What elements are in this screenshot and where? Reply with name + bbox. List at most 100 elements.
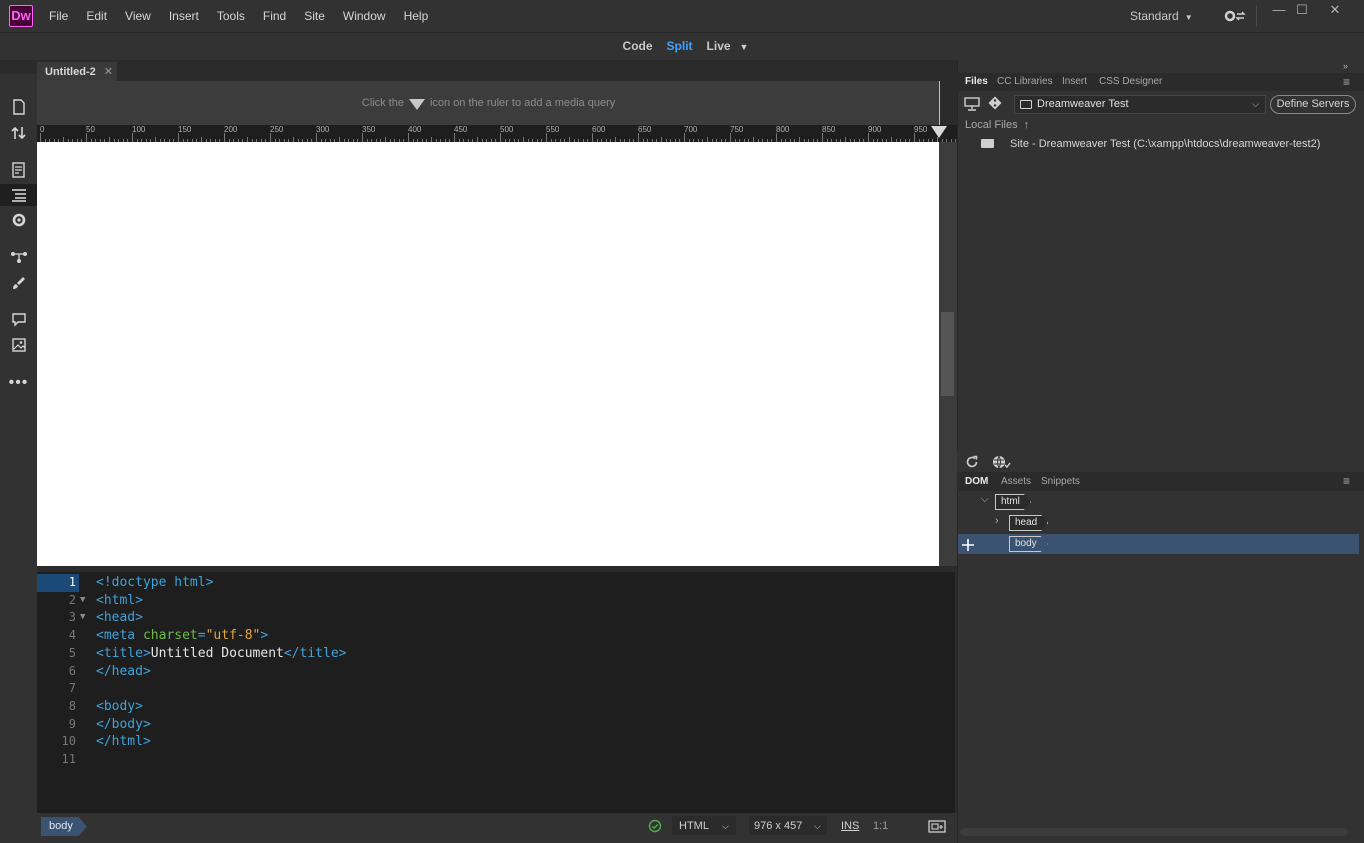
local-files-header[interactable]: Local Files ↑ <box>965 119 1029 131</box>
dom-icon[interactable] <box>0 246 37 268</box>
document-tab[interactable]: Untitled-2 ✕ <box>37 62 117 81</box>
tab-files[interactable]: Files <box>965 73 988 91</box>
tab-insert[interactable]: Insert <box>1062 73 1087 91</box>
line-number: 7 <box>68 681 76 696</box>
brush-icon[interactable] <box>0 272 37 294</box>
tab-cc-libraries[interactable]: CC Libraries <box>997 73 1053 91</box>
tab-css-designer[interactable]: CSS Designer <box>1099 73 1162 91</box>
add-element-icon[interactable] <box>962 538 976 555</box>
tab-snippets[interactable]: Snippets <box>1041 473 1080 491</box>
ruler-tick-label: 950 <box>914 125 928 134</box>
site-root-label: Site - Dreamweaver Test (C:\xampp\htdocs… <box>1010 138 1321 150</box>
manage-site-icon[interactable] <box>991 454 1011 473</box>
menu-help[interactable]: Help <box>395 0 438 32</box>
code-line[interactable]: 10 </html> <box>37 733 955 751</box>
code-line[interactable]: 6 </head> <box>37 663 955 681</box>
ruler-tick-mark <box>822 133 823 142</box>
comment-icon[interactable] <box>0 309 37 331</box>
code-line[interactable]: 11 <box>37 751 955 769</box>
menu-view[interactable]: View <box>116 0 160 32</box>
close-button[interactable]: ✕ <box>1318 0 1352 24</box>
expand-head-chevron-icon[interactable]: › <box>995 515 999 527</box>
chevron-down-icon[interactable]: ▼ <box>740 42 749 52</box>
ruler-tick-label: 450 <box>454 125 468 134</box>
panel-menu-icon[interactable]: ≡ <box>1343 75 1350 89</box>
menu-file[interactable]: File <box>40 0 77 32</box>
media-query-hint: Click the icon on the ruler to add a med… <box>37 81 940 125</box>
ruler-tick-label: 200 <box>224 125 238 134</box>
code-line[interactable]: 8 <body> <box>37 698 955 716</box>
menu-tools[interactable]: Tools <box>208 0 254 32</box>
ruler-tick-mark <box>86 133 87 142</box>
live-preview-icon[interactable] <box>928 818 946 837</box>
local-files-label: Local Files <box>965 119 1018 131</box>
code-text: <title>Untitled Document</title> <box>96 645 346 663</box>
site-root-item[interactable]: Site - Dreamweaver Test (C:\xampp\htdocs… <box>981 138 1320 150</box>
ruler-ticks: 0 50 100 150 200 250 300 350 400 450 500 550 600 650 7… <box>37 125 957 142</box>
code-line[interactable]: 9 </body> <box>37 716 955 734</box>
code-line[interactable]: 5 <title>Untitled Document</title> <box>37 645 955 663</box>
close-tab-icon[interactable]: ✕ <box>104 65 113 78</box>
ruler-tick-label: 900 <box>868 125 882 134</box>
line-number: 4 <box>68 628 76 643</box>
outline-icon[interactable] <box>0 184 37 206</box>
define-servers-button[interactable]: Define Servers <box>1270 95 1356 114</box>
no-errors-check-icon[interactable] <box>648 819 662 836</box>
live-view-button[interactable]: Live <box>700 33 738 60</box>
refresh-icon[interactable] <box>965 455 979 472</box>
files-panel-footer <box>957 451 1364 473</box>
code-line[interactable]: 4 <meta charset="utf-8"> <box>37 627 955 645</box>
design-canvas[interactable] <box>37 142 939 566</box>
collapse-panels-icon[interactable]: » <box>1343 61 1348 71</box>
code-text: </head> <box>96 663 151 681</box>
panel-menu-icon[interactable]: ≡ <box>1343 474 1350 488</box>
dom-node-body[interactable]: body <box>1009 536 1048 552</box>
workspace-switcher[interactable]: Standard ▼ <box>1130 0 1193 34</box>
code-line[interactable]: 1 <!doctype html> <box>37 574 955 592</box>
new-document-icon[interactable] <box>0 96 37 118</box>
fold-toggle-icon[interactable]: ▼ <box>80 609 85 627</box>
tag-selector-body[interactable]: body <box>41 817 87 836</box>
tab-assets[interactable]: Assets <box>1001 473 1031 491</box>
menu-site[interactable]: Site <box>295 0 334 32</box>
dom-node-head[interactable]: head <box>1009 515 1048 531</box>
page-properties-icon[interactable] <box>0 159 37 181</box>
dreamweaver-logo: Dw <box>9 5 33 27</box>
code-token: </html> <box>96 734 151 750</box>
window-size-value: 976 x 457 <box>754 820 803 832</box>
code-view-button[interactable]: Code <box>616 33 660 60</box>
ruler-tick-label: 50 <box>86 125 95 134</box>
panel-horizontal-scrollbar[interactable] <box>960 828 1348 836</box>
code-editor[interactable]: 1 <!doctype html> 2 ▼ <html> 3 ▼ <head> 4 <meta c… <box>37 572 955 813</box>
image-icon[interactable] <box>0 334 37 356</box>
expand-html-chevron-icon[interactable]: ⌵ <box>981 494 989 505</box>
git-icon[interactable] <box>988 96 1002 113</box>
chevron-down-icon: ▼ <box>1184 13 1193 22</box>
menu-edit[interactable]: Edit <box>77 0 116 32</box>
dom-node-html[interactable]: html <box>995 494 1031 510</box>
menu-find[interactable]: Find <box>254 0 295 32</box>
code-line[interactable]: 7 <box>37 680 955 698</box>
code-token: > <box>260 628 269 644</box>
more-icon[interactable]: ••• <box>0 372 37 394</box>
fold-toggle-icon[interactable]: ▼ <box>80 592 85 610</box>
design-scrollbar-thumb[interactable] <box>941 312 954 396</box>
site-select[interactable]: Dreamweaver Test ⌵ <box>1014 95 1266 114</box>
code-text: </html> <box>96 733 151 751</box>
tab-dom[interactable]: DOM <box>965 473 988 491</box>
sync-settings-icon[interactable] <box>1224 8 1248 27</box>
add-media-query-marker-icon[interactable] <box>931 126 947 138</box>
maximize-button[interactable]: ☐ <box>1285 0 1319 24</box>
file-transfer-icon[interactable] <box>0 122 37 144</box>
ruler-tick-label: 150 <box>178 125 192 134</box>
insert-mode-indicator[interactable]: INS <box>841 813 859 839</box>
menu-insert[interactable]: Insert <box>160 0 208 32</box>
menu-window[interactable]: Window <box>334 0 395 32</box>
sort-ascending-icon: ↑ <box>1023 119 1030 131</box>
split-view-button[interactable]: Split <box>660 33 700 60</box>
connect-server-icon[interactable] <box>964 97 980 114</box>
menu-divider <box>1256 5 1257 27</box>
code-line[interactable]: 3 ▼ <head> <box>37 609 955 627</box>
code-line[interactable]: 2 ▼ <html> <box>37 592 955 610</box>
css-designer-icon[interactable] <box>0 209 37 231</box>
